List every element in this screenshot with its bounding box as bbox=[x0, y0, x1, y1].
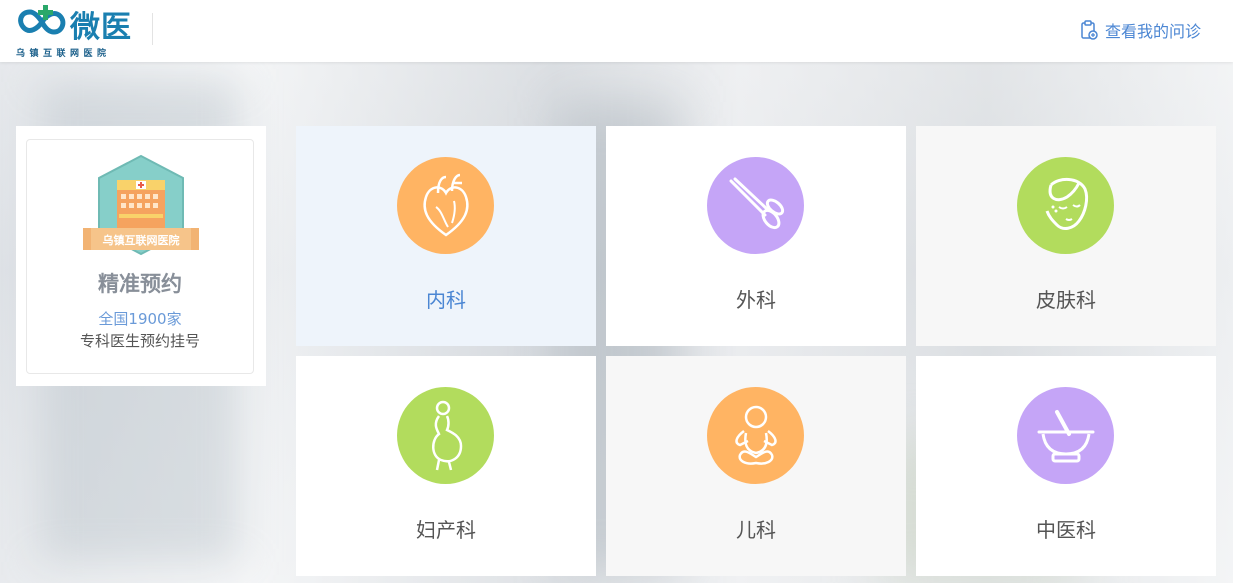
logo-text: 微医 bbox=[70, 10, 132, 45]
hospital-badge-icon: 乌镇互联网医院 bbox=[83, 154, 199, 256]
header-divider bbox=[152, 13, 153, 45]
face-icon bbox=[1017, 157, 1114, 254]
pregnant-icon bbox=[397, 387, 494, 484]
hospital-badge-text: 乌镇互联网医院 bbox=[103, 233, 180, 247]
heart-icon bbox=[397, 157, 494, 254]
department-label: 儿科 bbox=[736, 518, 776, 542]
promo-title: 精准预约 bbox=[98, 272, 182, 296]
department-pediatrics[interactable]: 儿科 bbox=[606, 356, 906, 576]
department-label: 外科 bbox=[736, 288, 776, 312]
mortar-icon bbox=[1017, 387, 1114, 484]
header: 微医 乌镇互联网医院 查看我的问诊 bbox=[0, 0, 1233, 62]
department-dermatology[interactable]: 皮肤科 bbox=[916, 126, 1216, 346]
scissors-icon bbox=[707, 157, 804, 254]
logo[interactable]: 微医 乌镇互联网医院 bbox=[14, 2, 154, 60]
my-consultations-link[interactable]: 查看我的问诊 bbox=[1080, 18, 1201, 42]
promo-hospital-count: 全国1900家 bbox=[98, 310, 182, 328]
baby-icon bbox=[707, 387, 804, 484]
department-traditional-chinese-medicine[interactable]: 中医科 bbox=[916, 356, 1216, 576]
promo-description: 专科医生预约挂号 bbox=[79, 332, 200, 350]
logo-subtitle: 乌镇互联网医院 bbox=[16, 49, 111, 59]
department-label: 妇产科 bbox=[416, 518, 476, 542]
clipboard-icon bbox=[1081, 20, 1098, 40]
department-surgery[interactable]: 外科 bbox=[606, 126, 906, 346]
department-label: 皮肤科 bbox=[1036, 288, 1096, 312]
department-label: 内科 bbox=[426, 288, 466, 312]
department-obstetrics-gynecology[interactable]: 妇产科 bbox=[296, 356, 596, 576]
appointment-promo-card[interactable]: 乌镇互联网医院 精准预约 全国1900家 专科医生预约挂号 bbox=[16, 126, 266, 386]
department-internal-medicine[interactable]: 内科 bbox=[296, 126, 596, 346]
my-consultations-label: 查看我的问诊 bbox=[1104, 22, 1201, 41]
logo-mark-icon bbox=[18, 5, 66, 35]
department-label: 中医科 bbox=[1036, 518, 1096, 542]
